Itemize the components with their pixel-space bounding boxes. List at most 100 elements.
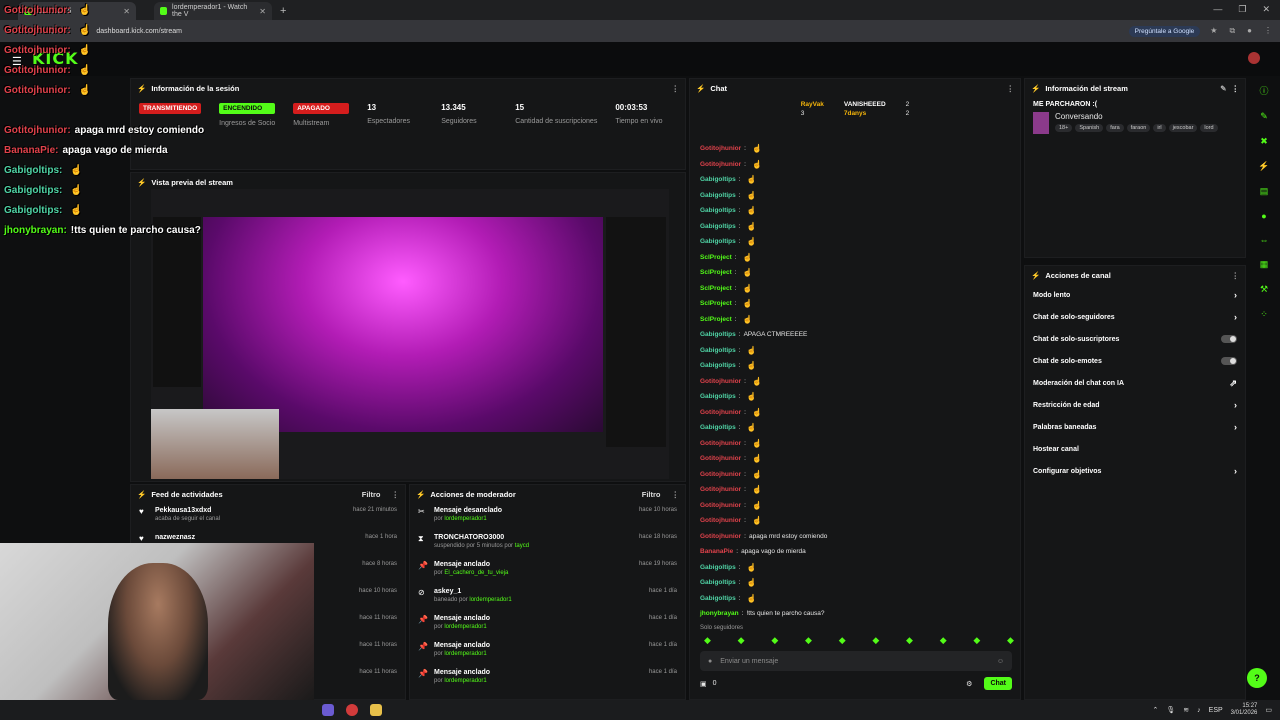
chat-username[interactable]: Gabigoltips — [700, 424, 736, 431]
app-icon[interactable] — [346, 704, 358, 716]
chat-username[interactable]: Gotitojhunior — [700, 517, 741, 524]
chat-username[interactable]: Gabigoltips — [700, 347, 736, 354]
chat-username[interactable]: Gotitojhunior — [700, 502, 741, 509]
link-icon[interactable]: ⇔ — [1260, 235, 1269, 245]
language-indicator[interactable]: ESP — [1209, 707, 1223, 714]
channel-action-item[interactable]: Hostear canal — [1025, 438, 1245, 460]
chat-username[interactable]: Gotitojhunior — [700, 378, 741, 385]
volume-icon[interactable]: ♪ — [1197, 707, 1201, 714]
lightning-icon[interactable]: ⚡ — [1258, 161, 1269, 172]
chat-username[interactable]: Gabigoltips — [700, 176, 736, 183]
chat-username[interactable]: jhonybrayan — [700, 610, 739, 617]
emote-icon[interactable]: ◆ — [805, 635, 812, 646]
avatar[interactable] — [1248, 52, 1260, 64]
chat-username[interactable]: Gotitojhunior — [700, 486, 741, 493]
channel-action-item[interactable]: Chat de solo-seguidores › — [1025, 306, 1245, 328]
more-options-icon[interactable]: ⋮ — [672, 84, 680, 93]
layout-icon[interactable]: ▦ — [1260, 259, 1269, 270]
moderator-name[interactable]: taycd — [515, 543, 529, 549]
tag[interactable]: fara — [1106, 124, 1124, 132]
chat-username[interactable]: Gabigoltips — [700, 579, 736, 586]
tag[interactable]: 18+ — [1055, 124, 1073, 132]
emote-icon[interactable]: ◆ — [973, 635, 980, 646]
channel-action-item[interactable]: Palabras baneadas › — [1025, 416, 1245, 438]
tag[interactable]: irl — [1153, 124, 1166, 132]
chat-username[interactable]: Gabigoltips — [700, 393, 736, 400]
toggle-switch[interactable] — [1221, 357, 1237, 365]
more-options-icon[interactable]: ⋮ — [1232, 84, 1240, 93]
filter-button[interactable]: Filtro — [642, 490, 661, 499]
chat-username[interactable]: Gotitojhunior — [700, 161, 741, 168]
chat-username[interactable]: Gotitojhunior — [700, 471, 741, 478]
chat-username[interactable]: SclProject — [700, 300, 732, 307]
chat-username[interactable]: Gotitojhunior — [700, 533, 741, 540]
more-icon[interactable]: ⋮ — [1264, 26, 1272, 36]
emote-icon[interactable]: ◆ — [771, 635, 778, 646]
tag[interactable]: faraon — [1126, 124, 1151, 132]
more-options-icon[interactable]: ⋮ — [1232, 271, 1240, 280]
wifi-icon[interactable]: ≋ — [1183, 706, 1189, 714]
chat-username[interactable]: Gotitojhunior — [700, 455, 741, 462]
tool-icon[interactable]: ⚒ — [1260, 284, 1268, 295]
chat-username[interactable]: Gabigoltips — [700, 223, 736, 230]
tab-stream[interactable]: lordemperador1 - Watch the V ✕ — [154, 2, 272, 20]
up-arrow-icon[interactable]: ⌃ — [1153, 706, 1159, 714]
help-chat-button[interactable]: ? — [1247, 668, 1267, 688]
chat-username[interactable]: Gabigoltips — [700, 331, 736, 338]
extensions-icon[interactable]: ⧉ — [1229, 26, 1235, 36]
chat-username[interactable]: SclProject — [700, 269, 732, 276]
channel-action-item[interactable]: Modo lento › — [1025, 284, 1245, 306]
chat-username[interactable]: Gabigoltips — [700, 192, 736, 199]
info-icon[interactable]: ⓘ — [1259, 84, 1268, 97]
stream-video[interactable] — [151, 189, 669, 479]
maximize-icon[interactable]: ❐ — [1238, 4, 1246, 15]
chat-username[interactable]: Gabigoltips — [700, 362, 736, 369]
chat-username[interactable]: SclProject — [700, 285, 732, 292]
close-icon[interactable]: ✕ — [259, 7, 266, 16]
chat-username[interactable]: Gabigoltips — [700, 564, 736, 571]
filter-button[interactable]: Filtro — [362, 490, 381, 499]
notification-icon[interactable]: ▭ — [1265, 706, 1272, 714]
emote-icon[interactable]: ◆ — [906, 635, 913, 646]
activity-user[interactable]: nazweznasz — [155, 534, 195, 541]
chat-username[interactable]: Gotitojhunior — [700, 409, 741, 416]
gifter-name[interactable]: RayVak — [801, 101, 824, 108]
app-icon[interactable] — [322, 704, 334, 716]
more-options-icon[interactable]: ⋮ — [392, 490, 400, 499]
chat-bubble-icon[interactable]: ● — [1261, 211, 1266, 221]
tag[interactable]: jescobar — [1168, 124, 1198, 132]
chat-username[interactable]: BananaPie — [700, 548, 733, 555]
moderator-name[interactable]: lordemperador1 — [469, 597, 511, 603]
gifter-name[interactable]: 7danys — [844, 110, 886, 117]
tag[interactable]: lord — [1200, 124, 1218, 132]
moderator-name[interactable]: lordemperador1 — [444, 516, 486, 522]
edit-pencil-icon[interactable]: ✎ — [1220, 84, 1226, 93]
send-chat-button[interactable]: Chat — [984, 677, 1012, 690]
tag[interactable]: Spanish — [1075, 124, 1104, 132]
emote-icon[interactable]: ◆ — [738, 635, 745, 646]
more-options-icon[interactable]: ⋮ — [672, 490, 680, 499]
toggle-switch[interactable] — [1221, 335, 1237, 343]
chat-username[interactable]: Gabigoltips — [700, 595, 736, 602]
app-icon[interactable] — [370, 704, 382, 716]
category-name[interactable]: Conversando — [1055, 112, 1103, 121]
url-field[interactable]: dashboard.kick.com/stream — [96, 28, 182, 35]
close-window-icon[interactable]: ✕ — [1262, 4, 1270, 15]
activity-user[interactable]: Pekkausa13xdxd — [155, 507, 220, 514]
channel-action-item[interactable]: Chat de solo-suscriptores — [1025, 328, 1245, 350]
minimize-icon[interactable]: — — [1213, 4, 1222, 15]
channel-action-item[interactable]: Moderación del chat con IA ⇗ — [1025, 372, 1245, 394]
moderator-name[interactable]: El_cachero_de_tu_vieja — [444, 570, 508, 576]
emote-icon[interactable]: ◆ — [872, 635, 879, 646]
chat-username[interactable]: Gotitojhunior — [700, 145, 741, 152]
chat-username[interactable]: SclProject — [700, 254, 732, 261]
new-tab-button[interactable]: + — [280, 5, 286, 17]
settings-gear-icon[interactable]: ⚙ — [966, 680, 972, 688]
moderator-name[interactable]: lordemperador1 — [444, 678, 486, 684]
wrench-icon[interactable]: ✎ — [1260, 111, 1268, 122]
chat-username[interactable]: SclProject — [700, 316, 732, 323]
channel-action-item[interactable]: Restricción de edad › — [1025, 394, 1245, 416]
cross-icon[interactable]: ✖ — [1260, 136, 1268, 147]
emoji-icon[interactable]: ☺ — [997, 658, 1004, 665]
moderator-name[interactable]: lordemperador1 — [444, 651, 486, 657]
